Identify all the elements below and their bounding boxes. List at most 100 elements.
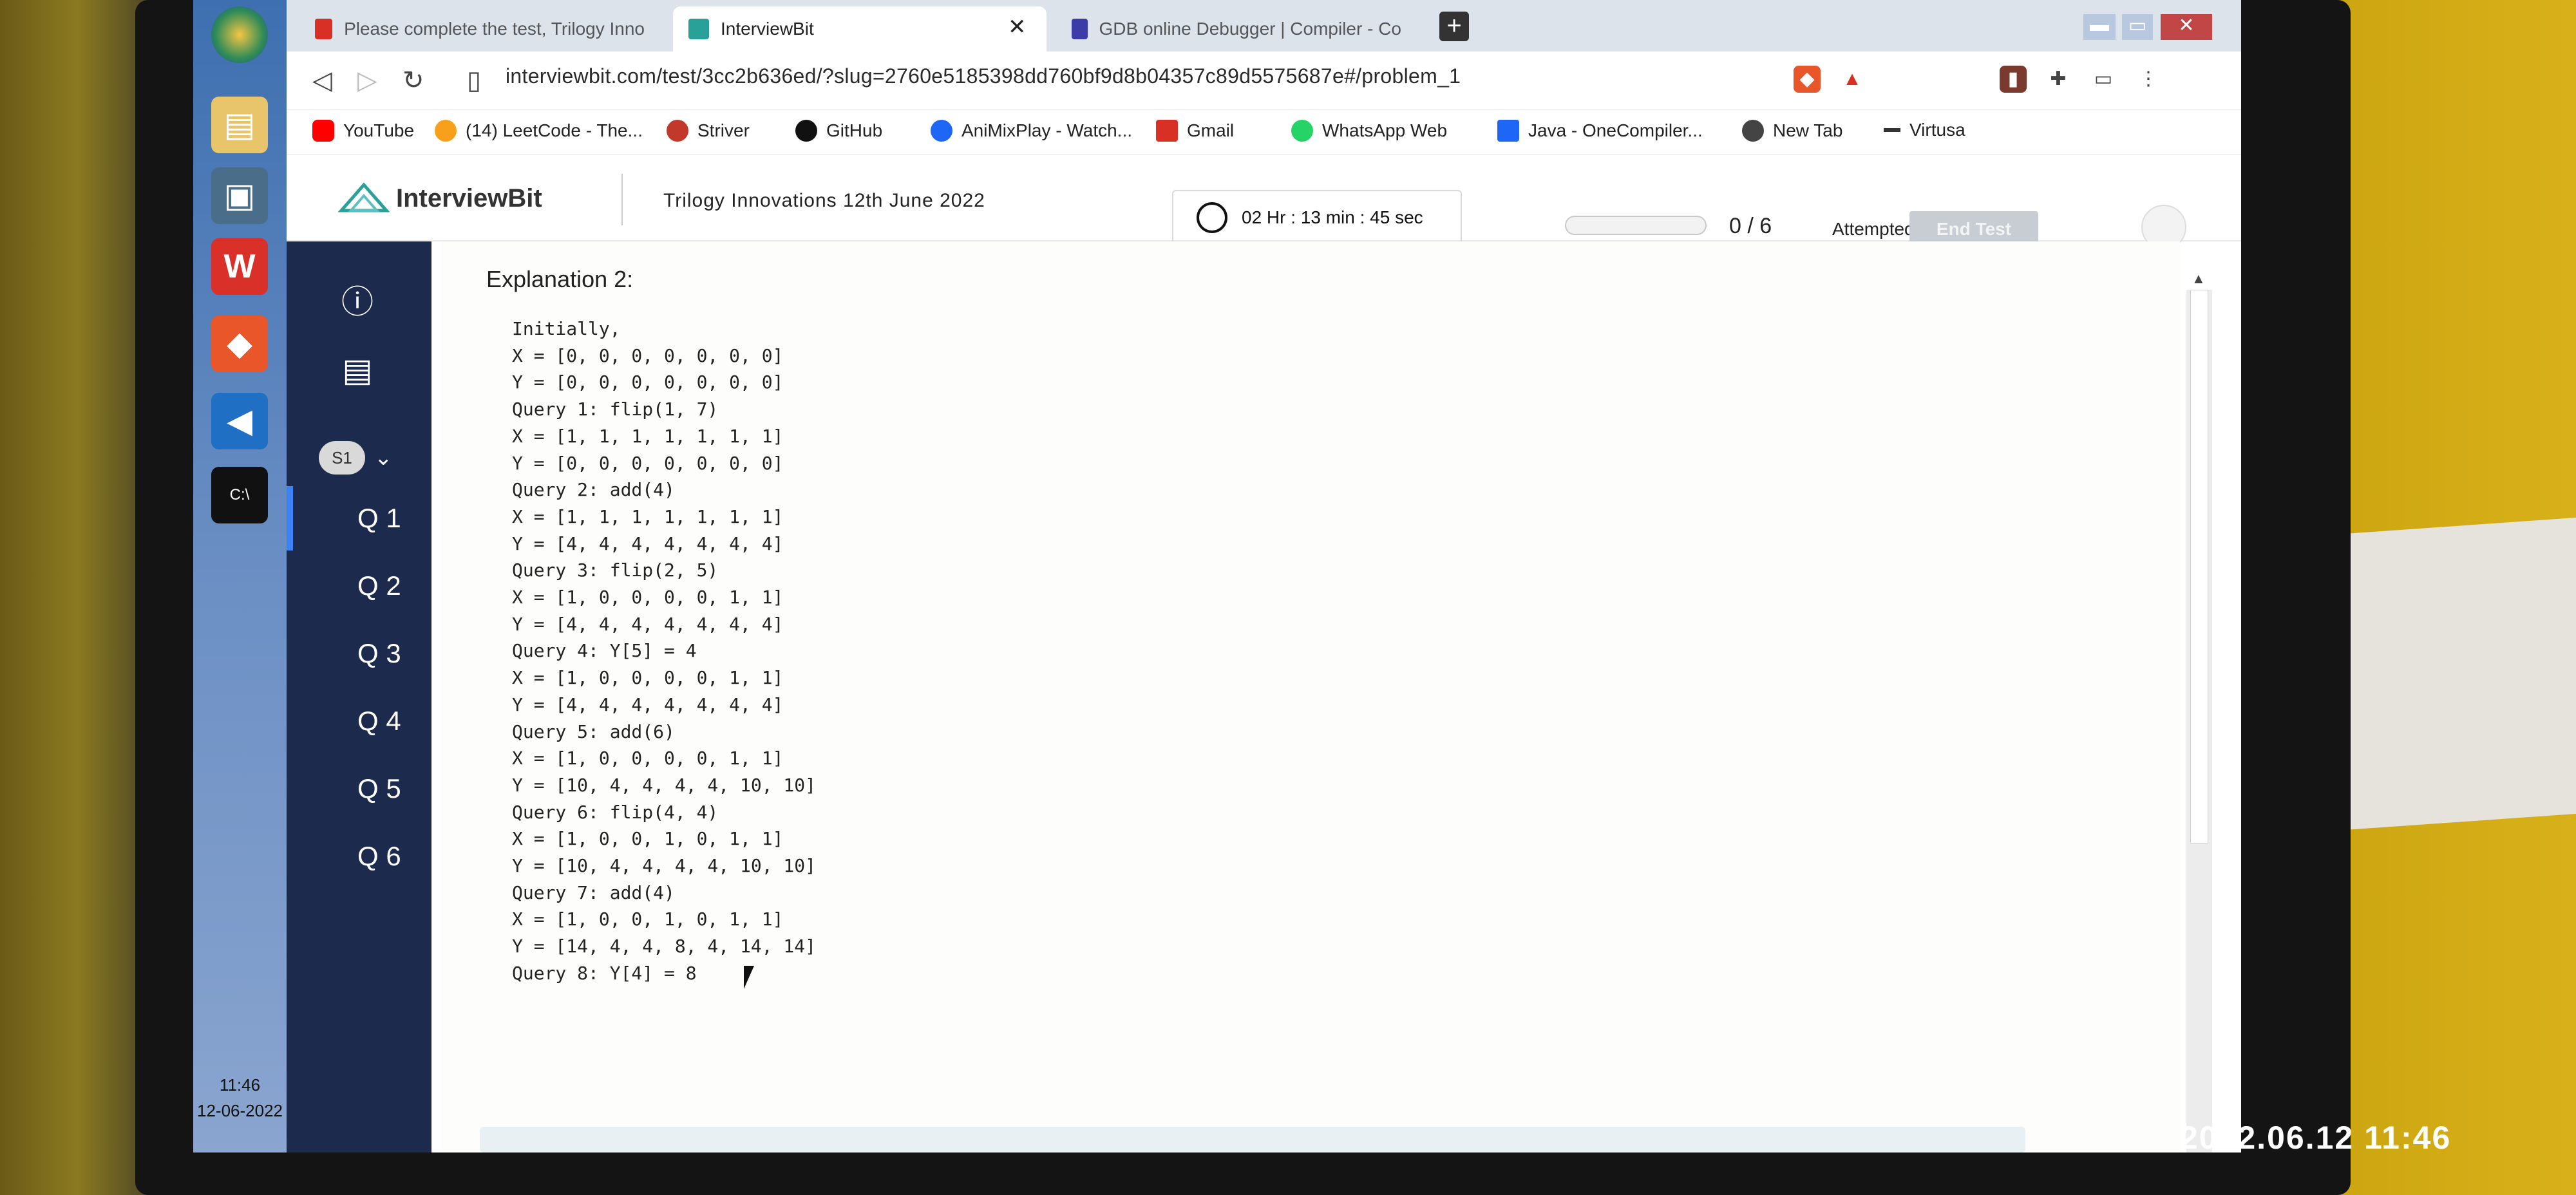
explanation-line: Query 2: add(4) [512,479,675,501]
extension-icon[interactable]: ▮ [2000,66,2027,93]
info-icon[interactable]: ⓘ [332,274,383,325]
virtusa-icon [1884,128,1900,132]
bookmark-gmail[interactable]: Gmail [1156,120,1234,142]
gmail-icon [1156,120,1178,142]
explanation-line: Y = [4, 4, 4, 4, 4, 4, 4] [512,532,784,554]
computer-icon[interactable]: ▣ [211,167,268,224]
tab-gmail[interactable]: Please complete the test, Trilogy Inno [299,6,660,52]
scroll-up-icon[interactable]: ▲ [2192,270,2206,287]
header-divider [621,174,623,225]
brave-icon[interactable]: ◆ [211,315,268,372]
contest-name: Trilogy Innovations 12th June 2022 [663,190,985,211]
interviewbit-icon [688,19,709,39]
wallet-icon[interactable]: ▭ [2090,66,2117,93]
globe-icon [1742,120,1764,142]
interviewbit-logo-icon [338,182,390,212]
folder-icon[interactable]: ▤ [211,97,268,153]
question-item-q2[interactable]: Q 2 [287,554,431,618]
puzzle-icon[interactable]: ✚ [2045,66,2072,93]
bookmark-leetcode[interactable]: (14) LeetCode - The... [435,120,643,142]
youtube-icon [312,120,334,142]
instructions-icon[interactable]: ▤ [332,344,383,396]
address-bar[interactable]: interviewbit.com/test/3cc2b636ed/?slug=2… [506,64,1461,88]
onecompiler-icon [1497,120,1519,142]
back-icon[interactable]: ◁ [312,66,332,95]
bookmark-label: (14) LeetCode - The... [466,120,643,140]
brave-rewards-icon[interactable]: ▲ [1839,66,1866,93]
explanation-line: Y = [10, 4, 4, 4, 4, 10, 10] [512,774,817,796]
bookmark-label: GitHub [826,120,883,140]
attempt-progress-bar [1565,216,1707,235]
section-badge: S1 [319,441,365,475]
bookmark-animixplay[interactable]: AniMixPlay - Watch... [931,120,1132,142]
vscode-icon[interactable]: ◀ [211,393,268,449]
forward-icon[interactable]: ▷ [357,66,377,95]
explanation-line: Y = [0, 0, 0, 0, 0, 0, 0] [512,372,784,393]
monitor-screen: ▤ ▣ W ◆ ◀ C:\ 11:46 12-06-2022 Please co… [193,0,2241,1153]
minimize-button[interactable]: ▬ [2083,14,2116,40]
test-timer: 02 Hr : 13 min : 45 sec [1172,190,1462,245]
close-window-button[interactable]: ✕ [2161,14,2212,40]
bookmark-label: New Tab [1773,120,1843,140]
bookmarks-bar: YouTube (14) LeetCode - The... Striver G… [287,109,2241,155]
explanation-line: X = [1, 0, 0, 0, 0, 1, 1] [512,667,784,689]
command-prompt-icon[interactable]: C:\ [211,467,268,523]
question-item-q4[interactable]: Q 4 [287,689,431,753]
windows-taskbar: ▤ ▣ W ◆ ◀ C:\ 11:46 12-06-2022 [193,0,287,1153]
section-selector[interactable]: S1 ⌄ [319,441,393,475]
brave-shield-icon[interactable]: ◆ [1794,66,1821,93]
problem-content: Explanation 2: Initially, X = [0, 0, 0, 0… [441,241,2180,1153]
gmail-icon [315,19,333,39]
bookmark-whatsapp[interactable]: WhatsApp Web [1291,120,1447,142]
scrollbar-thumb[interactable] [2190,290,2208,843]
bookmark-label: Virtusa [1909,120,1965,140]
question-item-q3[interactable]: Q 3 [287,621,431,686]
start-button-icon[interactable] [211,6,268,63]
tab-gdb[interactable]: GDB online Debugger | Compiler - Co [1056,6,1417,52]
bookmark-label: Gmail [1187,120,1235,140]
bookmark-virtusa[interactable]: Virtusa [1884,120,1965,140]
page-scrollbar[interactable]: ▲ [2186,270,2212,1153]
tab-interviewbit[interactable]: InterviewBit [673,6,1046,52]
github-icon [795,120,817,142]
taskbar-date: 12-06-2022 [197,1101,283,1120]
photo-timestamp: 2022.06.12 11:46 [2180,1120,2452,1156]
explanation-line: Y = [10, 4, 4, 4, 4, 10, 10] [512,855,817,877]
bookmark-striver[interactable]: Striver [667,120,750,142]
bookmark-label: WhatsApp Web [1322,120,1448,140]
bookmark-label: Striver [697,120,750,140]
next-section-strip [480,1127,2025,1153]
explanation-line: X = [1, 0, 0, 0, 0, 1, 1] [512,748,784,769]
attempted-count: 0 / 6 [1729,214,1772,238]
bookmark-onecompiler[interactable]: Java - OneCompiler... [1497,120,1703,142]
question-item-q1[interactable]: Q 1 [287,486,431,550]
explanation-line: Y = [4, 4, 4, 4, 4, 4, 4] [512,613,784,635]
bookmark-label: AniMixPlay - Watch... [961,120,1133,140]
bookmark-github[interactable]: GitHub [795,120,882,142]
question-item-q5[interactable]: Q 5 [287,757,431,821]
reload-icon[interactable]: ↻ [402,66,424,95]
explanation-line: Query 6: flip(4, 4) [512,801,719,823]
menu-icon[interactable]: ⋮ [2135,66,2162,93]
leetcode-icon [435,120,457,142]
explanation-line: X = [1, 0, 0, 1, 0, 1, 1] [512,908,784,930]
chevron-down-icon: ⌄ [374,446,393,470]
new-tab-button[interactable]: + [1439,12,1469,41]
timer-value: 02 Hr : 13 min : 45 sec [1242,207,1423,227]
explanation-line: Query 1: flip(1, 7) [512,399,719,420]
bookmark-youtube[interactable]: YouTube [312,120,414,142]
question-sidebar: ⓘ ▤ S1 ⌄ Q 1 Q 2 Q 3 Q 4 Q 5 Q 6 [287,241,431,1153]
bookmark-label: Java - OneCompiler... [1528,120,1703,140]
bookmark-new-tab[interactable]: New Tab [1742,120,1842,142]
whatsapp-icon [1291,120,1313,142]
close-tab-icon[interactable]: ✕ [1008,14,1027,40]
wps-office-icon[interactable]: W [211,238,268,295]
question-item-q6[interactable]: Q 6 [287,824,431,889]
maximize-button[interactable]: ▭ [2122,14,2154,40]
logo-text: InterviewBit [396,184,542,212]
explanation-line: X = [1, 0, 0, 0, 0, 1, 1] [512,587,784,608]
clock-icon [1197,202,1227,233]
bookmark-icon[interactable]: ▯ [467,66,481,95]
explanation-line: Query 3: flip(2, 5) [512,560,719,581]
explanation-line: Query 8: Y[4] = 8 [512,962,697,984]
